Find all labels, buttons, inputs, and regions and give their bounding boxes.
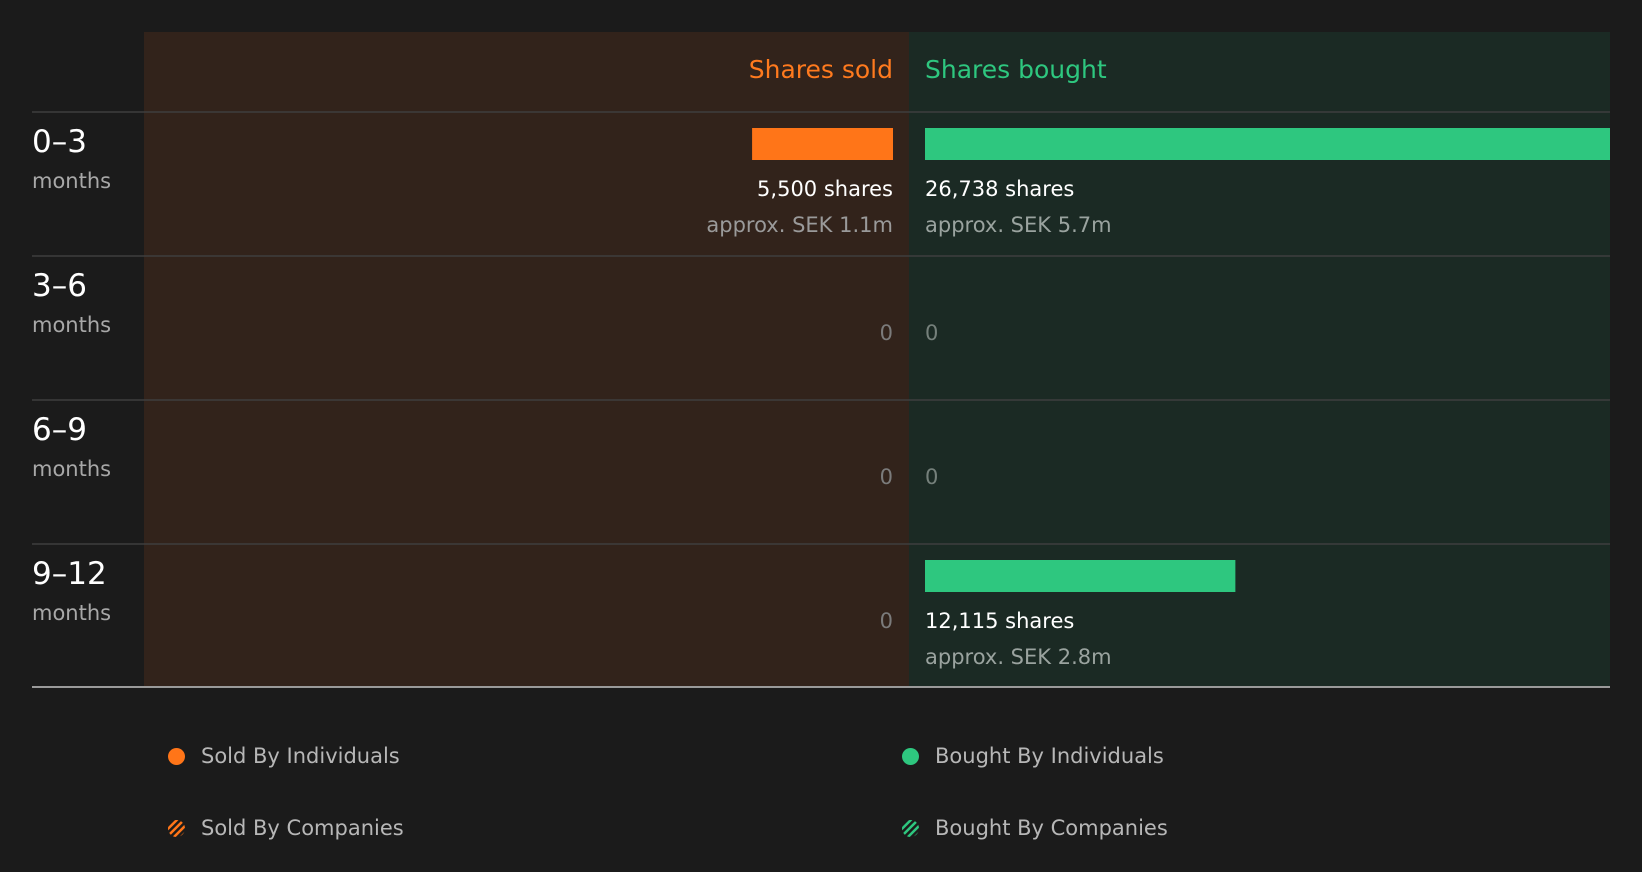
legend-bought-individuals: Bought By Individuals bbox=[902, 741, 1164, 771]
bought-shares-label: 26,738 shares bbox=[925, 177, 1074, 201]
green-hatched-dot-icon bbox=[902, 819, 919, 837]
bought-approx-value: approx. SEK 2.8m bbox=[925, 645, 1112, 669]
sold-approx-value: approx. SEK 1.1m bbox=[706, 213, 893, 237]
legend-label: Sold By Individuals bbox=[201, 744, 400, 768]
sold-shares-label: 5,500 shares bbox=[757, 177, 893, 201]
sold-bar bbox=[752, 128, 893, 160]
legend-label: Sold By Companies bbox=[201, 816, 404, 840]
period-label: 6–9 bbox=[32, 412, 87, 448]
period-unit-label: months bbox=[32, 313, 111, 337]
legend-sold-companies: Sold By Companies bbox=[168, 813, 404, 843]
period-unit-label: months bbox=[32, 169, 111, 193]
sold-zero-label: 0 bbox=[880, 609, 893, 633]
sold-zero-label: 0 bbox=[880, 465, 893, 489]
bought-zero-label: 0 bbox=[925, 321, 938, 345]
legend-label: Bought By Individuals bbox=[935, 744, 1164, 768]
insider-trading-chart: Shares sold Shares bought 0–3 months 5,500… bbox=[32, 32, 1610, 688]
orange-dot-icon bbox=[168, 747, 185, 765]
bought-approx-value: approx. SEK 5.7m bbox=[925, 213, 1112, 237]
sold-column-header: Shares sold bbox=[749, 55, 893, 84]
sold-zero-label: 0 bbox=[880, 321, 893, 345]
orange-hatched-dot-icon bbox=[168, 819, 185, 837]
period-label: 0–3 bbox=[32, 124, 87, 160]
period-unit-label: months bbox=[32, 601, 111, 625]
bought-bar bbox=[925, 128, 1610, 160]
bought-zero-label: 0 bbox=[925, 465, 938, 489]
legend-sold-individuals: Sold By Individuals bbox=[168, 741, 400, 771]
period-label: 3–6 bbox=[32, 268, 87, 304]
period-unit-label: months bbox=[32, 457, 111, 481]
bought-shares-label: 12,115 shares bbox=[925, 609, 1074, 633]
green-dot-icon bbox=[902, 747, 919, 765]
bought-column-header: Shares bought bbox=[925, 55, 1107, 84]
bought-bar bbox=[925, 560, 1236, 592]
legend-label: Bought By Companies bbox=[935, 816, 1168, 840]
period-label: 9–12 bbox=[32, 556, 107, 592]
legend-bought-companies: Bought By Companies bbox=[902, 813, 1168, 843]
